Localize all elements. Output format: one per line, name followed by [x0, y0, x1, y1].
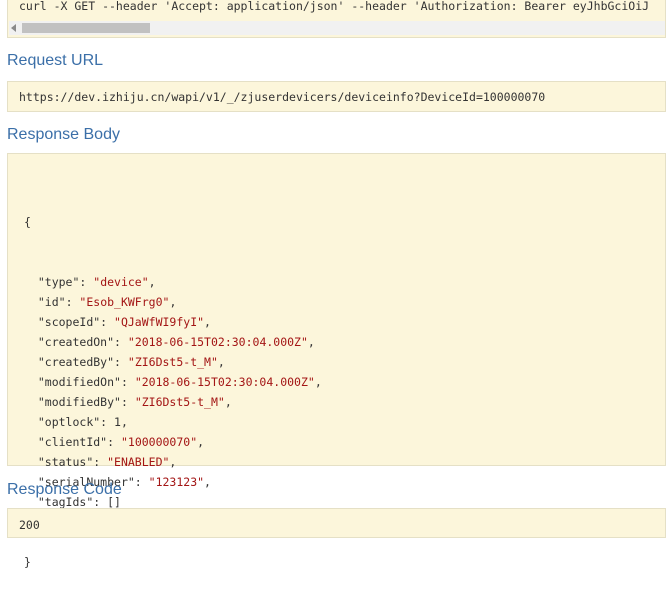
- request-url-heading: Request URL: [7, 52, 104, 69]
- json-field-line: "createdBy": "ZI6Dst5-t_M",: [37, 355, 225, 369]
- json-key: "modifiedBy": [37, 395, 121, 409]
- json-key: "id": [37, 295, 66, 309]
- json-value: "2018-06-15T02:30:04.000Z": [134, 375, 315, 389]
- json-value: 1: [114, 415, 121, 429]
- json-value: "123123": [148, 475, 205, 489]
- json-field-line: "optlock": 1,: [37, 415, 128, 429]
- json-field-line: "modifiedBy": "ZI6Dst5-t_M",: [37, 395, 232, 409]
- json-field-line: "modifiedOn": "2018-06-15T02:30:04.000Z"…: [37, 375, 322, 389]
- json-field-line: "status": "ENABLED",: [37, 455, 177, 469]
- json-value: "ZI6Dst5-t_M": [134, 395, 225, 409]
- json-value: "2018-06-15T02:30:04.000Z": [127, 335, 308, 349]
- json-value: "Esob_KWFrg0": [79, 295, 170, 309]
- horizontal-scrollbar[interactable]: [9, 21, 665, 35]
- json-key: "modifiedOn": [37, 375, 121, 389]
- response-body-block: { "type": "device", "id": "Esob_KWFrg0",…: [7, 153, 666, 569]
- request-url-block: https://dev.izhiju.cn/wapi/v1/_/zjuserde…: [7, 81, 666, 112]
- json-field-line: "scopeId": "QJaWfWI9fyI",: [37, 315, 211, 329]
- response-code-block: 200: [7, 508, 666, 538]
- json-field-line: "clientId": "100000070",: [37, 435, 205, 449]
- json-value: "device": [93, 275, 149, 289]
- curl-command-text: curl -X GET --header 'Accept: applicatio…: [19, 0, 650, 13]
- json-key: "scopeId": [37, 315, 101, 329]
- scrollbar-thumb[interactable]: [22, 23, 150, 33]
- json-key: "createdOn": [37, 335, 115, 349]
- json-key: "type": [37, 275, 80, 289]
- request-url-value: https://dev.izhiju.cn/wapi/v1/_/zjuserde…: [19, 90, 546, 104]
- json-close-brace: }: [24, 555, 31, 569]
- json-key: "clientId": [37, 435, 108, 449]
- json-value: "QJaWfWI9fyI": [114, 315, 205, 329]
- json-key: "createdBy": [37, 355, 115, 369]
- json-field-line: "id": "Esob_KWFrg0",: [37, 295, 177, 309]
- json-value: "ZI6Dst5-t_M": [127, 355, 218, 369]
- json-key: "status": [37, 455, 94, 469]
- json-field-line: "createdOn": "2018-06-15T02:30:04.000Z",: [37, 335, 315, 349]
- json-key: "optlock": [37, 415, 101, 429]
- json-fields: "type": "device", "id": "Esob_KWFrg0", "…: [24, 272, 322, 512]
- response-code-value: 200: [19, 518, 40, 532]
- response-body-json: { "type": "device", "id": "Esob_KWFrg0",…: [24, 172, 322, 612]
- json-value: "100000070": [120, 435, 198, 449]
- scroll-left-arrow-icon[interactable]: [11, 24, 16, 32]
- response-code-heading: Response Code: [7, 481, 122, 498]
- json-value: "ENABLED": [107, 455, 170, 469]
- response-body-heading: Response Body: [7, 126, 120, 143]
- curl-command-block: curl -X GET --header 'Accept: applicatio…: [7, 0, 666, 38]
- json-field-line: "type": "device",: [37, 275, 156, 289]
- json-open-brace: {: [24, 215, 31, 229]
